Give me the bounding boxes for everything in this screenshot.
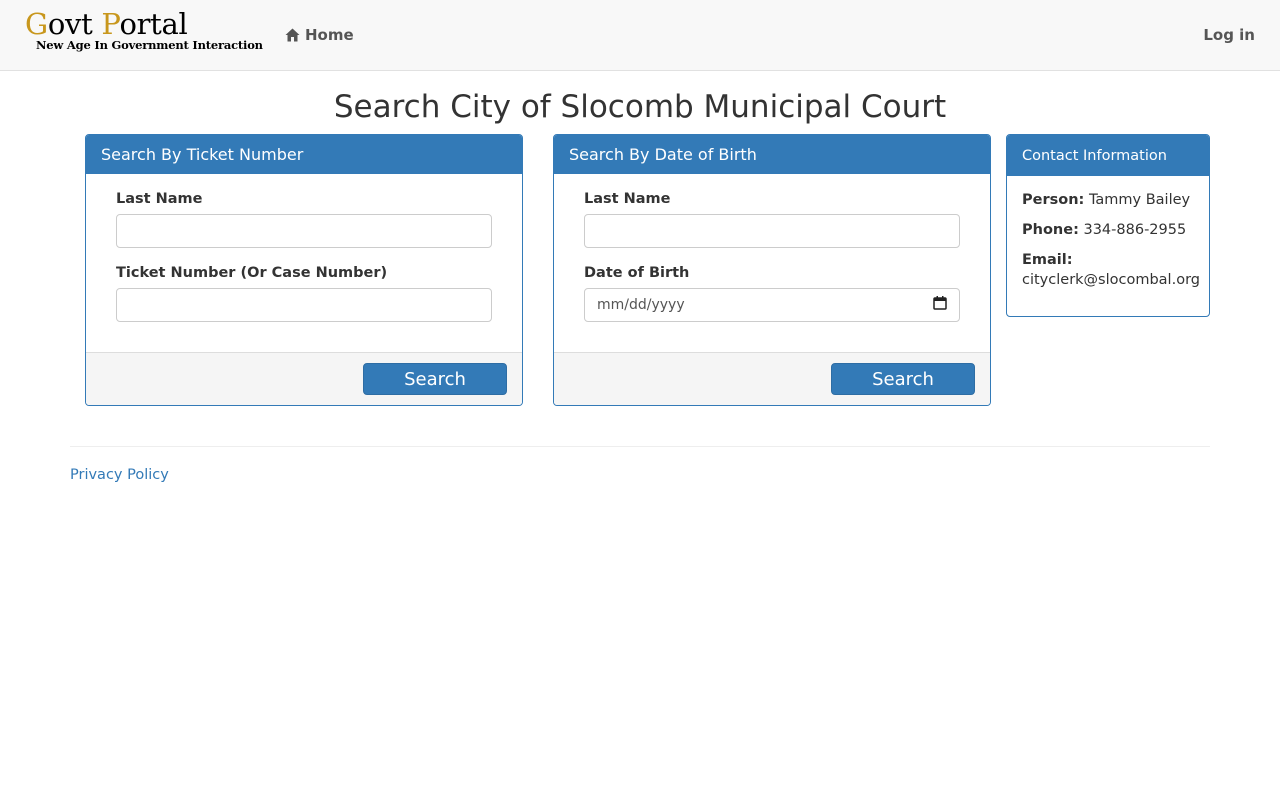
dob-search-panel: Search By Date of Birth Last Name Date o… (553, 134, 991, 406)
top-navbar: Govt Portal New Age In Government Intera… (0, 0, 1280, 71)
page-title: Search City of Slocomb Municipal Court (333, 89, 947, 125)
calendar-icon[interactable] (933, 296, 947, 314)
brand-logo[interactable]: Govt Portal New Age In Government Intera… (25, 7, 263, 56)
contact-phone-value: 334-886-2955 (1083, 222, 1187, 238)
dob-search-footer: Search (554, 352, 990, 405)
contact-body: Person: Tammy Bailey Phone: 334-886-2955… (1007, 176, 1209, 316)
privacy-policy-link[interactable]: Privacy Policy (70, 467, 169, 483)
contact-heading: Contact Information (1007, 135, 1209, 176)
brand-title-ovt: ovt (47, 7, 102, 41)
ticket-search-button[interactable]: Search (363, 363, 507, 395)
dob-last-name-label: Last Name (584, 191, 671, 207)
contact-email-label-text: Email: (1022, 252, 1073, 268)
dob-last-name-input[interactable] (584, 214, 960, 248)
date-of-birth-placeholder: mm/dd/yyyy (597, 297, 685, 313)
ticket-search-heading: Search By Ticket Number (86, 135, 522, 174)
ticket-number-input[interactable] (116, 288, 492, 322)
contact-phone: Phone: 334-886-2955 (1022, 222, 1186, 238)
brand-title-ortal: ortal (119, 7, 188, 41)
contact-panel: Contact Information Person: Tammy Bailey… (1006, 134, 1210, 317)
contact-phone-label: Phone: (1022, 222, 1079, 238)
ticket-last-name-label: Last Name (116, 191, 203, 207)
login-link[interactable]: Log in (1203, 24, 1255, 46)
ticket-search-panel: Search By Ticket Number Last Name Ticket… (85, 134, 523, 406)
contact-person-label: Person: (1022, 192, 1085, 208)
contact-person: Person: Tammy Bailey (1022, 192, 1190, 208)
ticket-last-name-input[interactable] (116, 214, 492, 248)
brand-title-p: P (101, 7, 120, 41)
nav-home-link[interactable]: Home (285, 24, 354, 46)
nav-home-label: Home (305, 26, 354, 44)
home-icon (285, 28, 300, 42)
ticket-number-label: Ticket Number (Or Case Number) (116, 265, 388, 281)
dob-search-heading: Search By Date of Birth (554, 135, 990, 174)
brand-title: Govt Portal (25, 7, 188, 41)
brand-title-g: G (25, 7, 48, 41)
date-of-birth-input[interactable]: mm/dd/yyyy (584, 288, 960, 322)
contact-person-value: Tammy Bailey (1088, 192, 1191, 208)
footer-divider (70, 446, 1210, 447)
brand-subtitle: New Age In Government Interaction (36, 38, 263, 52)
ticket-search-footer: Search (86, 352, 522, 405)
date-of-birth-label: Date of Birth (584, 265, 690, 281)
contact-email-value: cityclerk@slocombal.org (1022, 272, 1200, 288)
dob-search-button[interactable]: Search (831, 363, 975, 395)
contact-email-label: Email: (1022, 252, 1073, 268)
